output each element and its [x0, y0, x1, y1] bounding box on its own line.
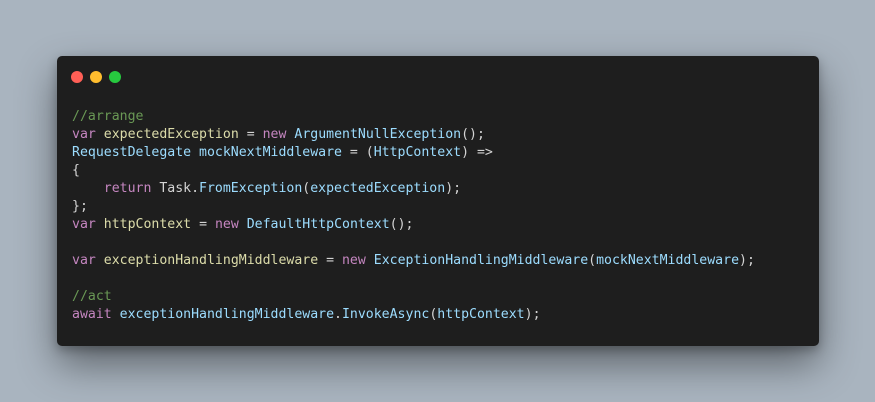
code-token-comment: //act: [72, 289, 112, 304]
code-token-variable: httpContext: [103, 217, 192, 232]
code-token-keyword: return: [103, 181, 152, 196]
close-dot[interactable]: [71, 71, 83, 83]
code-token-type: mockNextMiddleware: [199, 145, 342, 160]
code-line: await exceptionHandlingMiddleware.Invoke…: [72, 306, 755, 324]
minimize-dot[interactable]: [90, 71, 102, 83]
maximize-dot[interactable]: [109, 71, 121, 83]
code-token-punct: [239, 217, 247, 232]
code-token-keyword: var: [72, 127, 96, 142]
code-token-punct: =: [318, 253, 342, 268]
code-token-punct: = (: [341, 145, 374, 160]
code-line: RequestDelegate mockNextMiddleware = (Ht…: [72, 144, 755, 162]
code-line: //act: [72, 288, 755, 306]
code-token-punct: };: [72, 199, 88, 214]
code-block: //arrange var expectedException = new Arg…: [72, 108, 755, 324]
code-window: //arrange var expectedException = new Arg…: [57, 56, 819, 346]
code-token-keyword: new: [341, 253, 366, 268]
code-token-variable: expectedException: [103, 127, 239, 142]
code-token-param: mockNextMiddleware: [596, 253, 740, 268]
code-token-punct: (: [588, 253, 597, 268]
code-token-type: exceptionHandlingMiddleware: [119, 307, 335, 322]
code-token-punct: );: [445, 181, 462, 196]
code-line: var httpContext = new DefaultHttpContext…: [72, 216, 755, 234]
code-token-param: expectedException: [310, 181, 446, 196]
code-token-punct: .: [334, 307, 342, 322]
code-token-keyword: await: [72, 307, 112, 322]
code-line: };: [72, 198, 755, 216]
code-token-punct: =: [191, 217, 215, 232]
code-token-type: DefaultHttpContext: [246, 217, 390, 232]
code-token-keyword: var: [72, 217, 96, 232]
code-token-punct: {: [72, 163, 80, 178]
code-line: var expectedException = new ArgumentNull…: [72, 126, 755, 144]
code-line: return Task.FromException(expectedExcept…: [72, 180, 755, 198]
code-token-punct: =: [238, 127, 263, 142]
code-token-param: httpContext: [437, 307, 525, 322]
code-token-variable: exceptionHandlingMiddleware: [103, 253, 319, 268]
code-token-punct: [112, 307, 120, 322]
code-token-punct: [366, 253, 374, 268]
code-token-punct: [191, 145, 199, 160]
code-token-punct: [72, 181, 104, 196]
code-token-keyword: new: [262, 127, 287, 142]
code-token-punct: [96, 217, 104, 232]
code-token-ident: Task.: [151, 181, 200, 196]
code-token-type: HttpContext: [373, 145, 462, 160]
code-token-punct: ) =>: [461, 145, 493, 160]
code-token-punct: );: [524, 307, 541, 322]
code-line: //arrange: [72, 108, 755, 126]
code-token-type: ArgumentNullException: [294, 127, 462, 142]
window-controls: [71, 71, 121, 83]
code-token-type: ExceptionHandlingMiddleware: [373, 253, 589, 268]
code-token-punct: [96, 253, 104, 268]
code-line: {: [72, 162, 755, 180]
code-line: var exceptionHandlingMiddleware = new Ex…: [72, 252, 755, 270]
code-token-punct: [96, 127, 104, 142]
code-token-func: FromException: [199, 181, 303, 196]
code-token-punct: ();: [389, 217, 414, 232]
code-token-comment: //arrange: [72, 109, 144, 124]
code-token-keyword: var: [72, 253, 96, 268]
code-token-punct: ();: [461, 127, 485, 142]
code-token-func: InvokeAsync: [341, 307, 430, 322]
code-token-punct: );: [739, 253, 755, 268]
code-token-keyword: new: [214, 217, 239, 232]
code-token-type: RequestDelegate: [72, 145, 192, 160]
